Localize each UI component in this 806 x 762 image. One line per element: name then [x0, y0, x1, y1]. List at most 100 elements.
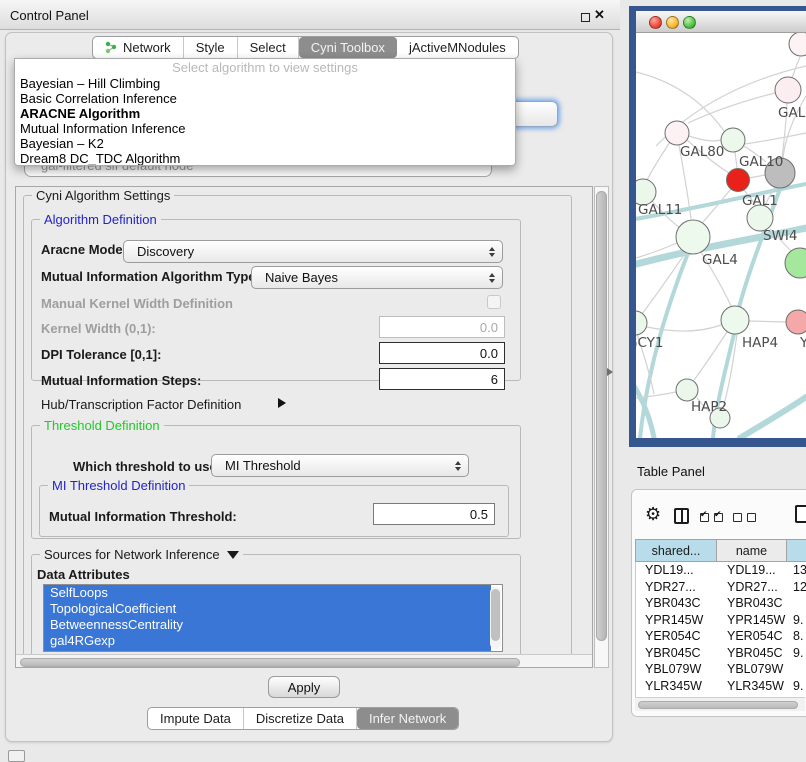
network-node[interactable]	[636, 311, 647, 335]
which-threshold-combo[interactable]: MI Threshold	[211, 454, 469, 477]
vscroll-thumb[interactable]	[596, 191, 607, 641]
network-node[interactable]	[789, 33, 806, 56]
attribute-item[interactable]: SelfLoops	[44, 585, 491, 601]
mi-steps-field[interactable]: 6	[379, 368, 505, 390]
tab-infer-network[interactable]: Infer Network	[357, 708, 458, 729]
cell-value[interactable]: 12	[788, 580, 806, 594]
sources-group-title-text: Sources for Network Inference	[44, 547, 220, 562]
aracne-mode-combo[interactable]: Discovery	[123, 240, 503, 263]
tab-discretize-data[interactable]: Discretize Data	[244, 708, 357, 729]
hub-definition-label[interactable]: Hub/Transcription Factor Definition	[41, 397, 241, 412]
table-row[interactable]: YBR043CYBR043C	[636, 595, 806, 612]
tab-style[interactable]: Style	[184, 37, 238, 58]
cell-shared[interactable]: YLR345W	[636, 679, 718, 693]
table-row[interactable]: YBR045CYBR045C9.	[636, 645, 806, 662]
table-row[interactable]: YPR145WYPR145W9.	[636, 612, 806, 629]
cell-shared[interactable]: YBR045C	[636, 646, 718, 660]
network-node[interactable]	[786, 310, 806, 334]
tab-select[interactable]: Select	[238, 37, 299, 58]
cell-name[interactable]: YBR045C	[718, 646, 788, 660]
dpi-tolerance-field[interactable]: 0.0	[379, 342, 505, 364]
node-label: Y	[799, 335, 806, 351]
network-node[interactable]	[665, 121, 689, 145]
cell-name[interactable]: YPR145W	[718, 613, 788, 627]
cell-shared[interactable]: YDL19...	[636, 563, 718, 577]
cell-name[interactable]: YLR345W	[718, 679, 788, 693]
checked-checkbox-icon[interactable]	[700, 513, 709, 522]
cell-name[interactable]: YBR043C	[718, 596, 788, 610]
dropdown-item[interactable]: Bayesian – Hill Climbing	[15, 76, 515, 91]
attribute-item[interactable]: TopologicalCoefficient	[44, 601, 491, 617]
minimize-traffic-light-icon[interactable]	[666, 16, 679, 29]
table-row[interactable]: YDR27...YDR27...12	[636, 579, 806, 596]
network-node[interactable]	[785, 248, 806, 278]
table-row[interactable]: YDL19...YDL19...13	[636, 562, 806, 579]
document-icon[interactable]	[795, 505, 806, 523]
cell-value[interactable]: 9.	[788, 613, 806, 627]
settings-horizontal-scrollbar[interactable]	[16, 654, 592, 668]
dropdown-item-selected[interactable]: ARACNE Algorithm	[15, 106, 515, 121]
column-header-shared[interactable]: shared...	[635, 539, 717, 562]
sources-collapse-arrow-icon[interactable]	[227, 551, 239, 559]
cell-shared[interactable]: YBR043C	[636, 596, 718, 610]
attribute-item[interactable]: gal4RGexp	[44, 633, 491, 649]
splitter-arrow-icon[interactable]	[607, 368, 613, 376]
threshold-definition-title: Threshold Definition	[40, 418, 164, 433]
tab-impute-data[interactable]: Impute Data	[148, 708, 244, 729]
bottom-corner-icon[interactable]	[8, 750, 25, 762]
which-threshold-label: Which threshold to use:	[73, 459, 221, 474]
tab-network[interactable]: Network	[93, 37, 184, 58]
table-row[interactable]: YBL079WYBL079W	[636, 661, 806, 678]
cell-shared[interactable]: YER054C	[636, 629, 718, 643]
tab-jactivemnodules[interactable]: jActiveMNodules	[397, 37, 518, 58]
column-header-name[interactable]: name	[717, 539, 787, 562]
gear-icon[interactable]: ⚙	[645, 504, 661, 525]
attribute-item[interactable]: BetweennessCentrality	[44, 617, 491, 633]
cell-shared[interactable]: YDR27...	[636, 580, 718, 594]
dropdown-item[interactable]: Basic Correlation Inference	[15, 91, 515, 106]
table-row[interactable]: YLR345WYLR345W9.	[636, 678, 806, 695]
apply-button[interactable]: Apply	[268, 676, 340, 698]
cell-name[interactable]: YDL19...	[718, 563, 788, 577]
hub-disclosure-arrow-icon[interactable]	[278, 398, 286, 408]
attribute-list-scrollbar[interactable]	[490, 587, 501, 649]
network-node[interactable]	[727, 169, 750, 192]
network-node[interactable]	[676, 220, 710, 254]
cell-value[interactable]: 9.	[788, 646, 806, 660]
cell-name[interactable]: YDR27...	[718, 580, 788, 594]
network-node[interactable]	[721, 128, 745, 152]
columns-icon[interactable]	[674, 508, 689, 524]
cell-value[interactable]: 9.	[788, 679, 806, 693]
network-view-canvas[interactable]: GAL GAL80 GAL10 GAL1 GAL11 SWI4 GAL4 GCY…	[636, 33, 806, 438]
cell-value[interactable]: 8.	[788, 629, 806, 643]
table-row[interactable]: YER054CYER054C8.	[636, 628, 806, 645]
network-node[interactable]	[721, 306, 749, 334]
cell-name[interactable]: YER054C	[718, 629, 788, 643]
float-window-icon[interactable]	[581, 13, 590, 22]
cell-shared[interactable]: YPR145W	[636, 613, 718, 627]
table-horizontal-scrollbar[interactable]	[635, 697, 805, 711]
unchecked-checkbox-icon[interactable]	[747, 513, 756, 522]
node-label: HAP4	[742, 335, 778, 351]
dropdown-item[interactable]: Mutual Information Inference	[15, 121, 515, 136]
mi-type-combo[interactable]: Naive Bayes	[251, 266, 503, 289]
checked-checkbox-icon[interactable]	[714, 513, 723, 522]
dropdown-item[interactable]: Bayesian – K2	[15, 136, 515, 151]
cell-name[interactable]: YBL079W	[718, 662, 788, 676]
cell-shared[interactable]: YBL079W	[636, 662, 718, 676]
network-node[interactable]	[775, 77, 801, 103]
dropdown-item[interactable]: Dream8 DC_TDC Algorithm	[15, 151, 515, 166]
hscroll-thumb[interactable]	[20, 658, 520, 667]
close-traffic-light-icon[interactable]	[649, 16, 662, 29]
table-hscroll-thumb[interactable]	[638, 701, 798, 709]
mi-threshold-field[interactable]: 0.5	[373, 503, 495, 525]
cell-value[interactable]: 13	[788, 563, 806, 577]
settings-vertical-scrollbar[interactable]	[594, 186, 609, 668]
network-node[interactable]	[676, 379, 698, 401]
zoom-traffic-light-icon[interactable]	[683, 16, 696, 29]
network-window-titlebar[interactable]	[636, 11, 806, 33]
close-icon[interactable]: ✕	[594, 7, 605, 23]
column-header-extra[interactable]	[787, 539, 806, 562]
tab-cyni-toolbox[interactable]: Cyni Toolbox	[299, 37, 397, 58]
unchecked-checkbox-icon[interactable]	[733, 513, 742, 522]
